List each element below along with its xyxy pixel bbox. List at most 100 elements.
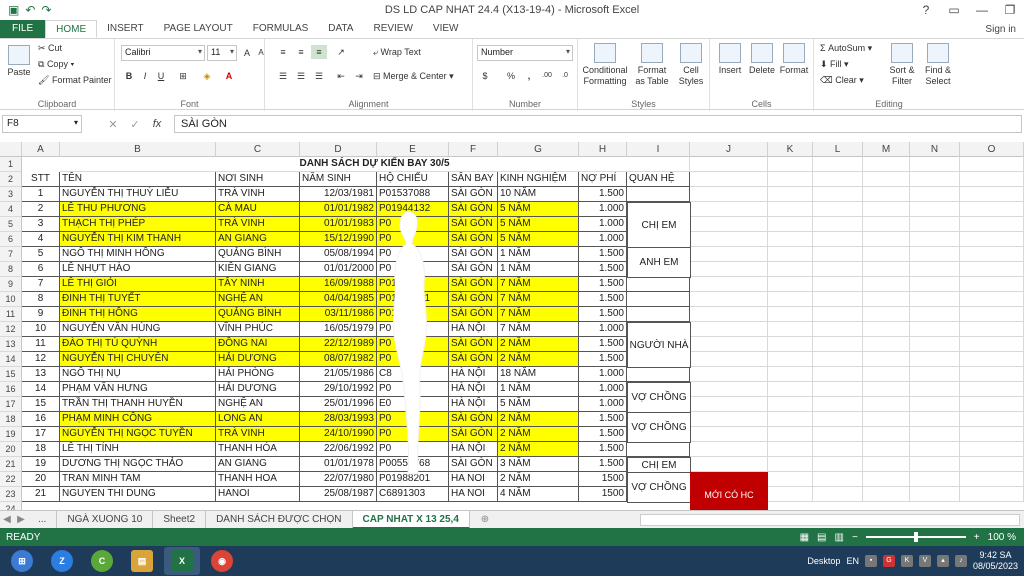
cell[interactable] xyxy=(690,382,768,397)
cell[interactable] xyxy=(768,337,813,352)
cell[interactable] xyxy=(627,277,690,292)
cell[interactable]: 17 xyxy=(22,427,60,442)
wrap-text-button[interactable]: ⤶ Wrap Text xyxy=(373,47,421,58)
cell[interactable]: 11 xyxy=(22,337,60,352)
cell[interactable]: 2 NĂM xyxy=(498,337,579,352)
cell[interactable]: HÀ NỘI xyxy=(449,442,498,457)
cell[interactable]: 24/10/1990 xyxy=(300,427,377,442)
cell[interactable]: 15/12/1990 xyxy=(300,232,377,247)
cell[interactable] xyxy=(690,352,768,367)
row-header[interactable]: 16 xyxy=(0,382,22,397)
cell[interactable]: VĨNH PHÚC xyxy=(216,322,300,337)
cell[interactable]: 2 xyxy=(22,202,60,217)
normal-view-icon[interactable]: ▦ xyxy=(800,532,809,543)
cell[interactable]: NGÔ THỊ MINH HỒNG xyxy=(60,247,216,262)
tab-file[interactable]: FILE xyxy=(0,20,46,38)
format-cells-button[interactable]: Format xyxy=(778,43,810,76)
cell[interactable]: SÀI GÒN xyxy=(449,262,498,277)
cell[interactable] xyxy=(768,202,813,217)
cell[interactable]: NGUYỄN THỊ CHUYÊN xyxy=(60,352,216,367)
row-header[interactable]: 24 xyxy=(0,502,22,510)
worksheet-grid[interactable]: ABCDEFGHIJKLMNO 1 DANH SÁCH DỰ KIẾN BAY 3… xyxy=(0,142,1024,510)
cell[interactable]: HỘ CHIẾU xyxy=(377,172,449,187)
cell[interactable]: ĐÀO THỊ TÚ QUỲNH xyxy=(60,337,216,352)
cell[interactable]: DƯƠNG THỊ NGỌC THẢO xyxy=(60,457,216,472)
align-right-icon[interactable]: ☰ xyxy=(311,69,327,83)
cell[interactable] xyxy=(813,427,863,442)
cell[interactable]: 7 NĂM xyxy=(498,307,579,322)
row-header[interactable]: 14 xyxy=(0,352,22,367)
cell[interactable]: 1.500 xyxy=(579,442,627,457)
delete-cells-button[interactable]: Delete xyxy=(746,43,778,76)
cell[interactable]: 01/01/1978 xyxy=(300,457,377,472)
borders-icon[interactable]: ⊞ xyxy=(175,69,191,83)
column-header-i[interactable]: I xyxy=(627,142,690,157)
sheet-tab-nga-xuong[interactable]: NGÀ XUONG 10 xyxy=(57,510,154,529)
zoom-out-icon[interactable]: − xyxy=(852,532,858,543)
cell[interactable]: P01537088 xyxy=(377,187,449,202)
cell[interactable]: CÀ MAU xyxy=(216,202,300,217)
column-header-o[interactable]: O xyxy=(960,142,1024,157)
cell[interactable]: 13 xyxy=(22,367,60,382)
cell[interactable]: SÀI GÒN xyxy=(449,277,498,292)
cell[interactable]: THANH HOA xyxy=(216,472,300,487)
cell[interactable] xyxy=(910,397,960,412)
tray-app-icon[interactable]: ▪ xyxy=(864,555,877,567)
cell[interactable] xyxy=(768,277,813,292)
cell[interactable]: 1.500 xyxy=(579,277,627,292)
cell[interactable] xyxy=(768,247,813,262)
taskbar-excel[interactable]: X xyxy=(164,547,200,575)
row-header[interactable]: 5 xyxy=(0,217,22,232)
italic-icon[interactable]: I xyxy=(137,69,153,83)
cell[interactable] xyxy=(813,292,863,307)
cell[interactable] xyxy=(813,262,863,277)
cell[interactable]: 1 NĂM xyxy=(498,382,579,397)
cell[interactable]: 14 xyxy=(22,382,60,397)
cell[interactable]: SÀI GÒN xyxy=(449,337,498,352)
comma-style-icon[interactable]: , xyxy=(521,69,537,83)
cell[interactable] xyxy=(863,367,910,382)
conditional-formatting-button[interactable]: Conditional Formatting xyxy=(580,43,630,87)
cell[interactable]: HẢI DƯƠNG xyxy=(216,382,300,397)
cell[interactable] xyxy=(690,337,768,352)
cell[interactable]: SÂN BAY xyxy=(449,172,498,187)
cell[interactable]: 1.000 xyxy=(579,367,627,382)
cell[interactable]: 16/05/1979 xyxy=(300,322,377,337)
cell[interactable] xyxy=(960,307,1024,322)
cell[interactable] xyxy=(768,472,813,487)
clock[interactable]: 9:42 SA 08/05/2023 xyxy=(973,550,1018,572)
cell[interactable]: 5 xyxy=(22,247,60,262)
cell[interactable]: SÀI GÒN xyxy=(449,232,498,247)
tray-v-icon[interactable]: V xyxy=(918,555,931,567)
cell[interactable] xyxy=(627,442,690,457)
cell[interactable] xyxy=(627,307,690,322)
cell[interactable]: 1.500 xyxy=(579,187,627,202)
cell[interactable] xyxy=(768,487,813,502)
cell[interactable]: 1500 xyxy=(579,472,627,487)
cell[interactable] xyxy=(690,427,768,442)
cell[interactable] xyxy=(960,487,1024,502)
row-header[interactable]: 7 xyxy=(0,247,22,262)
tab-insert[interactable]: INSERT xyxy=(97,20,154,38)
cell[interactable] xyxy=(863,187,910,202)
cell[interactable] xyxy=(960,412,1024,427)
tab-review[interactable]: REVIEW xyxy=(363,20,422,38)
paste-button[interactable]: Paste xyxy=(4,45,34,78)
cell[interactable] xyxy=(863,262,910,277)
cell[interactable] xyxy=(910,307,960,322)
column-header-f[interactable]: F xyxy=(449,142,498,157)
cell[interactable] xyxy=(813,187,863,202)
cell[interactable]: C6891303 xyxy=(377,487,449,502)
cell[interactable] xyxy=(910,352,960,367)
cell[interactable]: NGUYỄN VĂN HÙNG xyxy=(60,322,216,337)
desktop-label[interactable]: Desktop xyxy=(807,556,840,566)
cell[interactable] xyxy=(960,262,1024,277)
cell[interactable]: SÀI GÒN xyxy=(449,457,498,472)
tab-data[interactable]: DATA xyxy=(318,20,363,38)
relation-cell[interactable]: ANH EM xyxy=(627,247,691,278)
cell[interactable]: NGHỆ AN xyxy=(216,292,300,307)
taskbar-coccoc[interactable]: C xyxy=(84,547,120,575)
cell[interactable] xyxy=(813,412,863,427)
cell[interactable]: AN GIANG xyxy=(216,457,300,472)
clear-button[interactable]: ⌫ Clear ▾ xyxy=(820,75,864,86)
